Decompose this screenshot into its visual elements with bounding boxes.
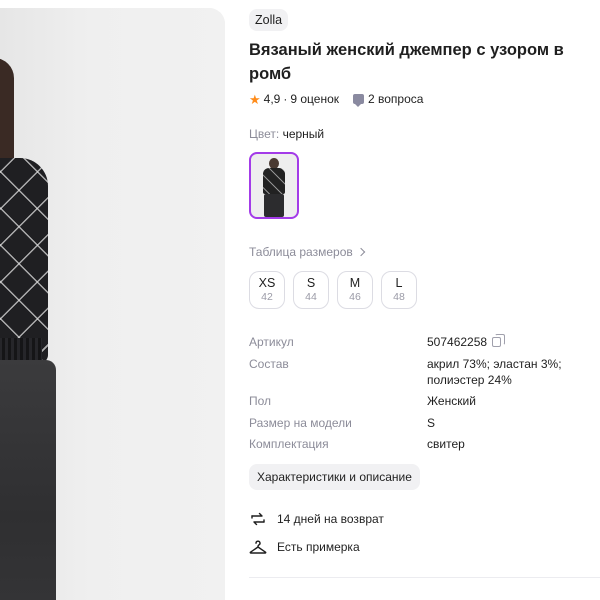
model-sweater	[0, 158, 48, 363]
chevron-right-icon	[356, 247, 365, 257]
spec-value: акрил 73%; эластан 3%; полиэстер 24%	[427, 357, 562, 387]
size-ru: 44	[305, 291, 317, 303]
return-arrows-icon	[249, 510, 267, 528]
rating-separator: ·	[283, 92, 288, 106]
size-selector: XS 42 S 44 M 46 L 48	[249, 271, 417, 309]
size-option-m[interactable]: M 46	[337, 271, 373, 309]
article-number: 507462258	[427, 335, 488, 349]
size-name: XS	[258, 276, 276, 290]
spec-key: Комплектация	[249, 437, 329, 451]
color-swatch-black[interactable]	[249, 152, 299, 219]
return-label: 14 дней на возврат	[277, 512, 384, 526]
characteristics-button[interactable]: Характеристики и описание	[249, 464, 420, 490]
spec-value: S	[427, 416, 436, 430]
question-icon	[353, 94, 364, 107]
spec-value: Женский	[427, 394, 476, 408]
color-row: Цвет: черный	[249, 127, 324, 141]
reviews-count[interactable]: 9 оценок	[290, 92, 339, 106]
spec-key: Размер на модели	[249, 416, 352, 430]
spec-value-article: 507462258	[427, 334, 587, 350]
spec-value: свитер	[427, 437, 465, 451]
questions-count[interactable]: 2 вопроса	[368, 92, 423, 106]
brand-chip[interactable]: Zolla	[249, 9, 289, 31]
size-ru: 46	[349, 291, 361, 303]
rating-row: ★ 4,9 · 9 оценок 2 вопроса	[249, 90, 423, 108]
star-icon: ★	[249, 91, 261, 107]
color-label: Цвет:	[249, 127, 280, 141]
size-option-xs[interactable]: XS 42	[249, 271, 285, 309]
hanger-icon	[249, 538, 267, 556]
size-option-s[interactable]: S 44	[293, 271, 329, 309]
product-info: Zolla	[249, 9, 600, 31]
product-title: Вязаный женский джемпер с узором в ромб	[249, 41, 564, 83]
section-divider	[249, 577, 600, 578]
size-name: S	[306, 276, 316, 290]
color-value: черный	[282, 127, 325, 141]
size-ru: 48	[393, 291, 405, 303]
swatch-model-sweater	[263, 168, 285, 194]
size-ru: 42	[261, 291, 273, 303]
return-policy[interactable]: 14 дней на возврат	[249, 510, 384, 528]
model-jeans	[0, 360, 56, 600]
fitting-label: Есть примерка	[277, 540, 360, 554]
copy-icon[interactable]	[492, 334, 506, 347]
swatch-model-jeans	[264, 194, 284, 217]
rating-value[interactable]: 4,9	[264, 92, 281, 106]
size-table-link[interactable]: Таблица размеров	[249, 245, 365, 259]
size-name: L	[395, 276, 403, 290]
spec-key: Артикул	[249, 335, 294, 349]
size-option-l[interactable]: L 48	[381, 271, 417, 309]
product-photo[interactable]	[0, 8, 225, 600]
spec-key: Пол	[249, 394, 272, 408]
size-name: M	[349, 276, 361, 290]
fitting-info[interactable]: Есть примерка	[249, 538, 360, 556]
size-table-label: Таблица размеров	[249, 245, 353, 259]
spec-key: Состав	[249, 357, 289, 371]
